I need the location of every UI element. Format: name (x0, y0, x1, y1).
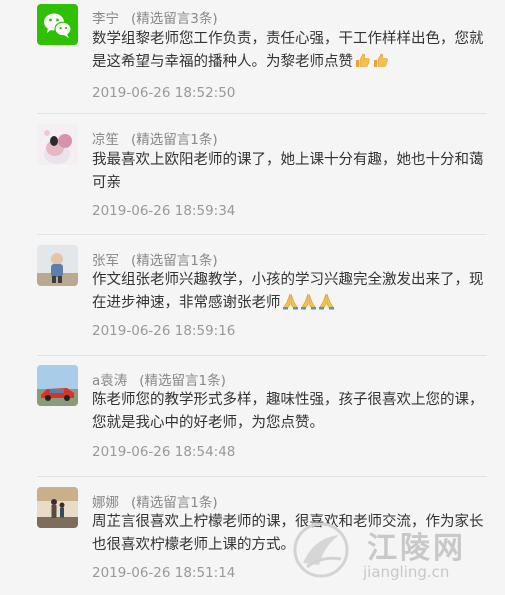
avatar[interactable] (37, 365, 78, 406)
comment-time: 2019-06-26 18:54:48 (92, 444, 236, 460)
featured-count: (精选留言1条) (139, 373, 226, 389)
commenter-name-text: 娜娜 (92, 495, 119, 511)
watermark-url: jiangling.cn (363, 563, 450, 581)
comment-time: 2019-06-26 18:59:34 (92, 203, 236, 219)
commenter-name-text: a袁涛 (92, 373, 128, 389)
comment-body: 我最喜欢上欧阳老师的课了，她上课十分有趣，她也十分和蔼可亲 (92, 152, 484, 191)
comment-time: 2019-06-26 18:51:14 (92, 565, 236, 581)
comment-body: 数学组黎老师您工作负责，责任心强，干工作样样出色，您就是这希望与幸福的播种人。为… (92, 31, 484, 70)
avatar[interactable] (37, 124, 78, 165)
folded-hands-icon (318, 293, 335, 318)
comment-text: 陈老师您的教学形式多样，趣味性强，孩子很喜欢上您的课，您就是我心中的好老师，为您… (92, 389, 487, 435)
commenter-name-text: 李宁 (92, 11, 119, 27)
featured-count: (精选留言3条) (131, 11, 218, 27)
commenter-name[interactable]: 张军 (精选留言1条) (92, 249, 218, 269)
avatar[interactable] (37, 4, 78, 45)
featured-count: (精选留言1条) (131, 495, 218, 511)
commenter-name[interactable]: a袁涛 (精选留言1条) (92, 369, 226, 389)
comment-item: 李宁 (精选留言3条) 数学组黎老师您工作负责，责任心强，干工作样样出色，您就是这… (0, 0, 505, 112)
commenter-name[interactable]: 凉笙 (精选留言1条) (92, 128, 218, 148)
comment-text: 我最喜欢上欧阳老师的课了，她上课十分有趣，她也十分和蔼可亲 (92, 149, 487, 195)
folded-hands-icon (300, 293, 317, 318)
commenter-name[interactable]: 娜娜 (精选留言1条) (92, 491, 218, 511)
featured-count: (精选留言1条) (131, 132, 218, 148)
folded-hands-icon (282, 293, 299, 318)
thumbs-up-icon (372, 52, 389, 77)
avatar[interactable] (37, 245, 78, 286)
avatar-photo (37, 487, 78, 528)
comment-body: 陈老师您的教学形式多样，趣味性强，孩子很喜欢上您的课，您就是我心中的好老师，为您… (92, 392, 484, 431)
comment-time: 2019-06-26 18:59:16 (92, 323, 236, 339)
comment-time: 2019-06-26 18:52:50 (92, 85, 236, 101)
avatar[interactable] (37, 487, 78, 528)
avatar-photo (37, 365, 78, 406)
avatar-photo (37, 124, 78, 165)
comment-item: 凉笙 (精选留言1条) 我最喜欢上欧阳老师的课了，她上课十分有趣，她也十分和蔼可亲… (0, 114, 505, 234)
comment-text: 数学组黎老师您工作负责，责任心强，干工作样样出色，您就是这希望与幸福的播种人。为… (92, 28, 487, 77)
site-watermark: 江陵网 jiangling.cn (289, 515, 499, 585)
commenter-name-text: 张军 (92, 253, 119, 269)
comment-text: 作文组张老师兴趣教学，小孩的学习兴趣完全激发出来了，现在进步神速，非常感谢张老师 (92, 269, 487, 318)
avatar-photo (37, 245, 78, 286)
wechat-icon (44, 13, 72, 38)
watermark-logo-icon (293, 522, 349, 578)
comment-item: 张军 (精选留言1条) 作文组张老师兴趣教学，小孩的学习兴趣完全激发出来了，现在进… (0, 235, 505, 355)
featured-count: (精选留言1条) (131, 253, 218, 269)
commenter-name[interactable]: 李宁 (精选留言3条) (92, 7, 218, 27)
commenter-name-text: 凉笙 (92, 132, 119, 148)
watermark-name: 江陵网 (367, 531, 466, 566)
thumbs-up-icon (354, 52, 371, 77)
comment-item: a袁涛 (精选留言1条) 陈老师您的教学形式多样，趣味性强，孩子很喜欢上您的课，您… (0, 356, 505, 476)
